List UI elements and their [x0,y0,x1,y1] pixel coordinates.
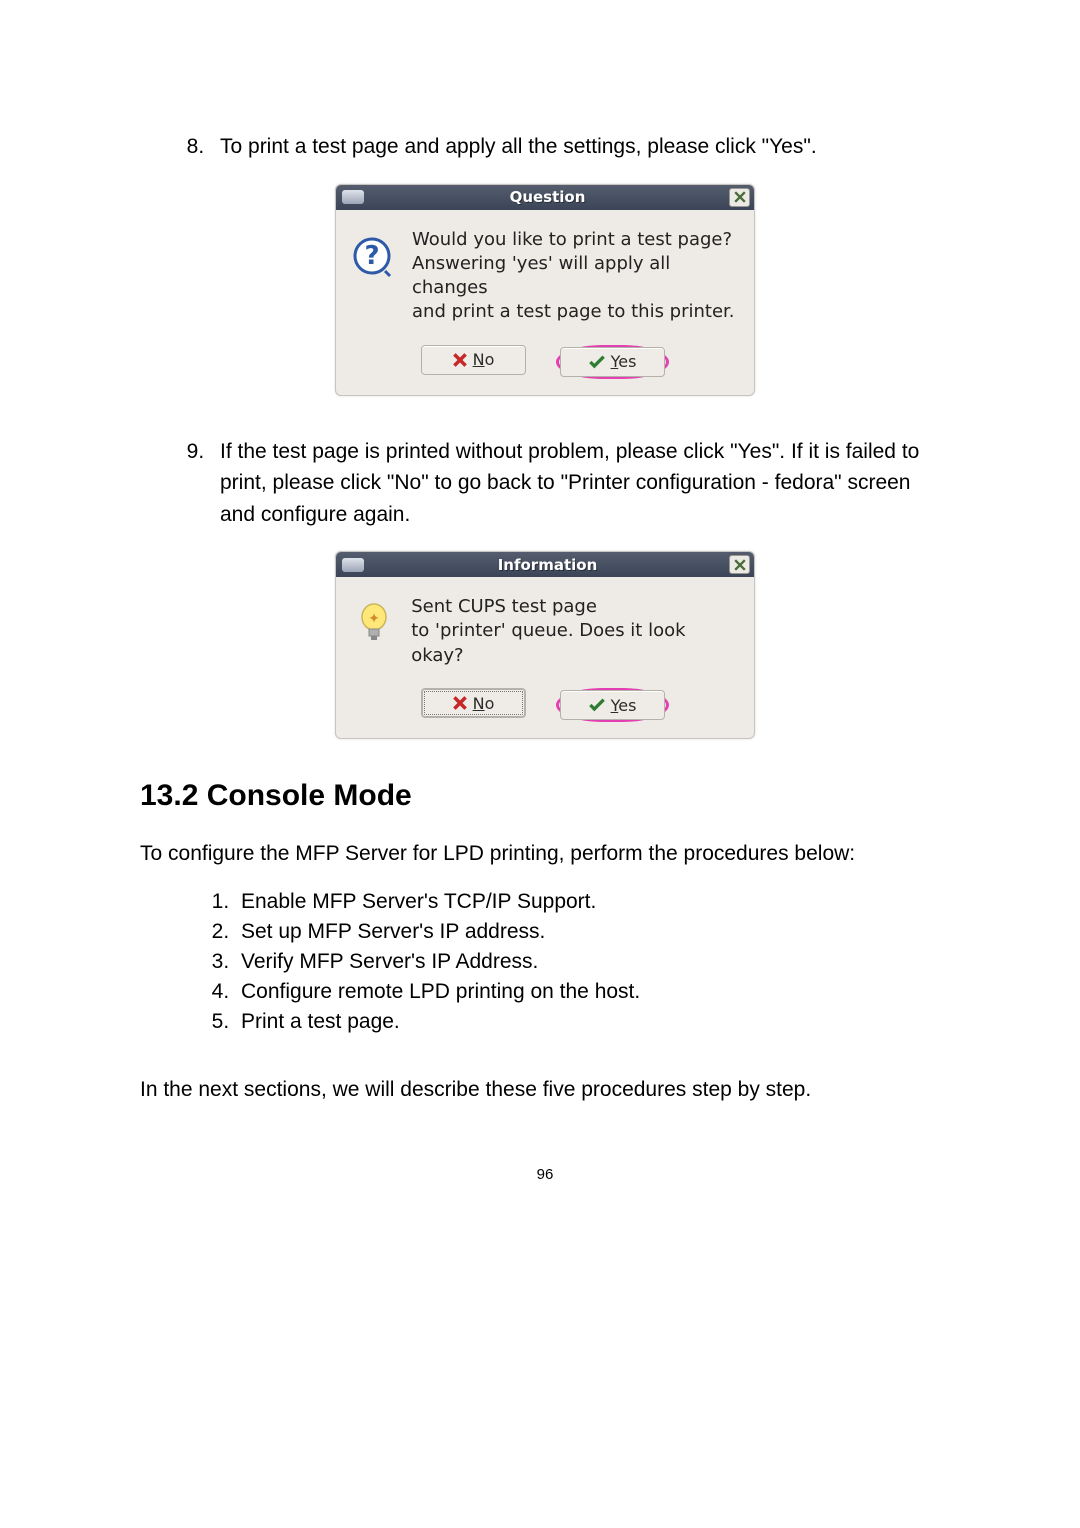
step-9-text: If the test page is printed without prob… [220,440,919,526]
dialog1-message: Would you like to print a test page? Ans… [412,228,738,325]
close-icon[interactable] [729,188,750,207]
step-8-text: To print a test page and apply all the s… [220,135,817,158]
information-dialog: Information ✦ Sent CUPS test page to [335,551,755,739]
no-button-label: No [473,694,495,713]
dialog1-title: Question [370,188,725,206]
dialog1-line1: Would you like to print a test page? [412,228,738,252]
dialog1-line2: Answering 'yes' will apply all changes [412,252,738,301]
yes-button-label: Yes [611,352,637,371]
window-menu-icon[interactable] [342,558,364,572]
cancel-icon [453,696,467,710]
window-menu-icon[interactable] [342,190,364,204]
question-mark-icon: ? [352,234,396,278]
intro-paragraph: To configure the MFP Server for LPD prin… [140,838,950,870]
list-item: Configure remote LPD printing on the hos… [235,980,950,1004]
highlight-ring: Yes [556,688,669,722]
dialog2-line1: Sent CUPS test page [411,595,738,619]
list-item: Enable MFP Server's TCP/IP Support. [235,890,950,914]
dialog2-line2: to 'printer' queue. Does it look okay? [411,619,738,668]
section-heading: 13.2 Console Mode [140,779,950,813]
dialog2-message: Sent CUPS test page to 'printer' queue. … [411,595,738,668]
highlight-ring: Yes [556,345,669,379]
no-button[interactable]: No [421,688,526,718]
list-item: Print a test page. [235,1010,950,1034]
outro-paragraph: In the next sections, we will describe t… [140,1074,950,1106]
dialog2-titlebar: Information [336,552,754,577]
check-icon [589,698,605,712]
svg-text:?: ? [364,241,379,271]
list-item: Verify MFP Server's IP Address. [235,950,950,974]
svg-text:✦: ✦ [368,611,380,627]
step-9: If the test page is printed without prob… [210,436,950,531]
list-item: Set up MFP Server's IP address. [235,920,950,944]
yes-button-label: Yes [611,696,637,715]
question-dialog: Question ? Would you like to print a tes… [335,184,755,396]
step-8: To print a test page and apply all the s… [210,131,950,163]
procedure-list: Enable MFP Server's TCP/IP Support. Set … [140,890,950,1034]
yes-button[interactable]: Yes [560,690,665,720]
dialog1-line3: and print a test page to this printer. [412,300,738,324]
lightbulb-icon: ✦ [352,601,395,645]
yes-button[interactable]: Yes [560,347,665,377]
no-button-label: No [473,350,495,369]
close-icon[interactable] [729,555,750,574]
page-number: 96 [140,1166,950,1183]
check-icon [589,355,605,369]
no-button[interactable]: No [421,345,526,375]
cancel-icon [453,353,467,367]
dialog2-title: Information [370,556,725,574]
dialog1-titlebar: Question [336,185,754,210]
